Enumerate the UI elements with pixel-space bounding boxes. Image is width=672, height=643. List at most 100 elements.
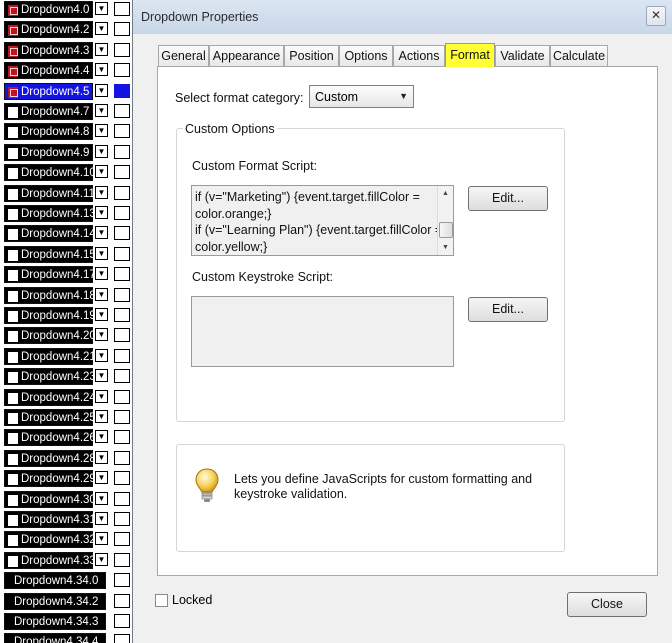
chevron-down-icon[interactable]: ▼ — [95, 185, 108, 199]
dropdown-form-field[interactable]: Dropdown4.0 — [4, 1, 93, 18]
chevron-down-icon[interactable]: ▼ — [95, 22, 108, 36]
form-field-box[interactable] — [114, 430, 130, 445]
chevron-down-icon[interactable]: ▼ — [95, 42, 108, 56]
chevron-down-icon[interactable]: ▼ — [95, 532, 108, 546]
chevron-down-icon[interactable]: ▼ — [95, 83, 108, 97]
form-field-box[interactable] — [114, 267, 130, 282]
tab-options[interactable]: Options — [339, 45, 393, 66]
form-field-box[interactable] — [114, 450, 130, 465]
form-field-box[interactable] — [114, 83, 130, 98]
form-field-box[interactable] — [114, 2, 130, 16]
form-field-box[interactable] — [114, 124, 130, 139]
form-field-box[interactable] — [114, 491, 130, 506]
dropdown-form-field[interactable]: Dropdown4.34.0 — [4, 572, 106, 590]
form-field-box[interactable] — [114, 22, 130, 37]
form-field-box[interactable] — [114, 532, 130, 547]
form-field-box[interactable] — [114, 144, 130, 159]
form-field-box[interactable] — [114, 552, 130, 567]
dropdown-form-field[interactable]: Dropdown4.24 — [4, 388, 96, 406]
chevron-down-icon[interactable]: ▼ — [95, 369, 108, 383]
dropdown-form-field[interactable]: Dropdown4.28 — [4, 449, 96, 467]
dropdown-form-field[interactable]: Dropdown4.32 — [4, 531, 96, 549]
chevron-down-icon[interactable]: ▼ — [95, 165, 108, 179]
chevron-down-icon[interactable]: ▼ — [95, 512, 108, 525]
chevron-down-icon[interactable]: ▼ — [95, 430, 108, 444]
form-field-box[interactable] — [114, 328, 130, 343]
tab-appearance[interactable]: Appearance — [209, 45, 284, 66]
chevron-down-icon[interactable]: ▼ — [95, 144, 108, 158]
form-field-box[interactable] — [114, 593, 130, 608]
close-button[interactable]: Close — [567, 592, 647, 617]
chevron-down-icon[interactable]: ▼ — [95, 410, 108, 423]
form-field-box[interactable] — [114, 308, 130, 322]
dropdown-form-field[interactable]: Dropdown4.17 — [4, 266, 96, 284]
chevron-down-icon[interactable]: ▼ — [95, 308, 108, 321]
chevron-down-icon[interactable]: ▼ — [95, 63, 108, 77]
title-bar[interactable]: Dropdown Properties ✕ — [133, 0, 672, 35]
dropdown-form-field[interactable]: Dropdown4.4 — [4, 62, 93, 80]
form-field-box[interactable] — [114, 42, 130, 57]
dropdown-form-field[interactable]: Dropdown4.3 — [4, 41, 93, 59]
form-field-box[interactable] — [114, 246, 130, 261]
dropdown-form-field[interactable]: Dropdown4.34.4 — [4, 633, 106, 643]
dropdown-form-field[interactable]: Dropdown4.20 — [4, 327, 96, 345]
chevron-down-icon[interactable]: ▼ — [95, 2, 108, 15]
dropdown-form-field[interactable]: Dropdown4.2 — [4, 21, 93, 39]
close-icon[interactable]: ✕ — [646, 6, 666, 26]
form-field-box[interactable] — [114, 63, 130, 78]
chevron-down-icon[interactable]: ▼ — [95, 226, 108, 240]
chevron-down-icon[interactable]: ▼ — [95, 206, 108, 219]
dropdown-form-field[interactable]: Dropdown4.19 — [4, 307, 96, 324]
dropdown-form-field[interactable]: Dropdown4.11 — [4, 184, 95, 202]
form-field-box[interactable] — [114, 573, 130, 588]
dropdown-form-field[interactable]: Dropdown4.33 — [4, 551, 96, 569]
chevron-down-icon[interactable]: ▼ — [95, 246, 108, 260]
form-field-box[interactable] — [114, 104, 130, 118]
dropdown-form-field[interactable]: Dropdown4.34.2 — [4, 592, 106, 610]
tab-actions[interactable]: Actions — [393, 45, 445, 66]
dropdown-form-field[interactable]: Dropdown4.31 — [4, 511, 96, 528]
chevron-down-icon[interactable]: ▼ — [95, 552, 108, 566]
chevron-down-icon[interactable]: ▼ — [95, 450, 108, 464]
form-field-box[interactable] — [114, 348, 130, 363]
form-field-box[interactable] — [114, 226, 130, 241]
form-field-box[interactable] — [114, 614, 130, 628]
chevron-down-icon[interactable]: ▼ — [95, 491, 108, 505]
dropdown-form-field[interactable]: Dropdown4.13 — [4, 205, 96, 222]
dropdown-form-field[interactable]: Dropdown4.25 — [4, 409, 96, 426]
form-field-box[interactable] — [114, 389, 130, 404]
form-field-box[interactable] — [114, 369, 130, 384]
chevron-down-icon[interactable]: ▼ — [95, 104, 108, 117]
dropdown-form-field[interactable]: Dropdown4.14 — [4, 225, 96, 243]
dropdown-form-field[interactable]: Dropdown4.34.3 — [4, 613, 106, 630]
dropdown-form-field[interactable]: Dropdown4.29 — [4, 470, 96, 488]
form-field-box[interactable] — [114, 185, 130, 200]
dropdown-form-field[interactable]: Dropdown4.9 — [4, 143, 93, 161]
chevron-down-icon[interactable]: ▼ — [95, 348, 108, 362]
tab-format[interactable]: Format — [445, 43, 495, 67]
dropdown-form-field[interactable]: Dropdown4.26 — [4, 429, 96, 447]
dropdown-form-field[interactable]: Dropdown4.30 — [4, 490, 96, 508]
tab-calculate[interactable]: Calculate — [550, 45, 608, 66]
chevron-down-icon[interactable]: ▼ — [95, 328, 108, 342]
form-field-box[interactable] — [114, 512, 130, 526]
chevron-down-icon[interactable]: ▼ — [95, 124, 108, 138]
form-field-box[interactable] — [114, 165, 130, 180]
chevron-down-icon[interactable]: ▼ — [95, 389, 108, 403]
dropdown-form-field[interactable]: Dropdown4.15 — [4, 245, 96, 263]
dropdown-form-field[interactable]: Dropdown4.18 — [4, 286, 96, 304]
dropdown-form-field[interactable]: Dropdown4.21 — [4, 347, 96, 365]
dropdown-form-field[interactable]: Dropdown4.10 — [4, 164, 96, 182]
tab-validate[interactable]: Validate — [495, 45, 550, 66]
tab-position[interactable]: Position — [284, 45, 339, 66]
chevron-down-icon[interactable]: ▼ — [95, 471, 108, 485]
form-field-box[interactable] — [114, 410, 130, 424]
dropdown-form-field[interactable]: Dropdown4.7 — [4, 103, 93, 120]
chevron-down-icon[interactable]: ▼ — [95, 287, 108, 301]
tab-general[interactable]: General — [158, 45, 209, 66]
dropdown-form-field[interactable]: Dropdown4.5 — [4, 82, 93, 100]
form-field-box[interactable] — [114, 634, 130, 643]
form-field-box[interactable] — [114, 287, 130, 302]
form-field-box[interactable] — [114, 206, 130, 220]
dropdown-form-field[interactable]: Dropdown4.23 — [4, 368, 96, 386]
